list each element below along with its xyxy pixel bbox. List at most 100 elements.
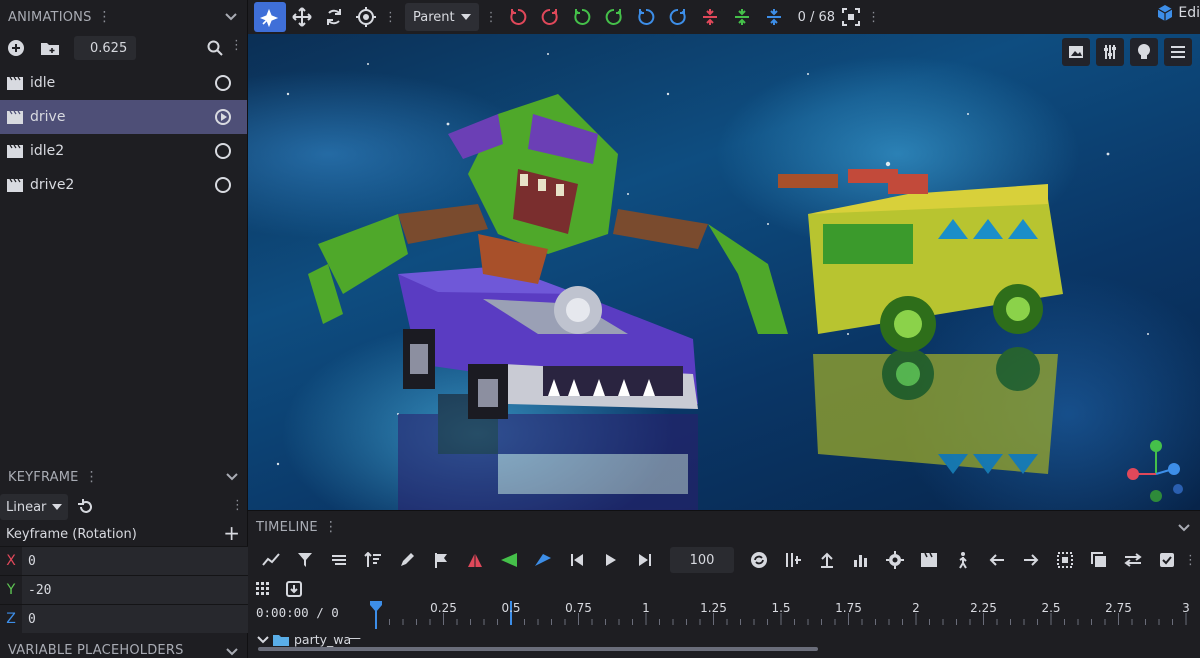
animation-item-idle[interactable]: idle bbox=[0, 66, 247, 100]
skip-forward-icon[interactable] bbox=[628, 546, 662, 574]
add-animation-icon[interactable] bbox=[6, 38, 26, 58]
animation-radio[interactable] bbox=[215, 75, 231, 91]
panel-menu-icon[interactable]: ⋮ bbox=[85, 469, 99, 485]
reset-icon[interactable] bbox=[76, 497, 96, 517]
chevron-down-icon[interactable] bbox=[223, 8, 239, 24]
yellow-van-model bbox=[778, 169, 1063, 352]
triangle-y-icon[interactable] bbox=[492, 546, 526, 574]
horizontal-scrollbar[interactable] bbox=[258, 647, 818, 651]
pen-icon[interactable] bbox=[390, 546, 424, 574]
collapse-icon[interactable]: — bbox=[348, 631, 361, 646]
tick-label: 0.25 bbox=[430, 601, 457, 615]
flip-y-icon[interactable] bbox=[726, 2, 758, 32]
sort-icon[interactable] bbox=[356, 546, 390, 574]
toolbar-handle-icon: ⋮ bbox=[484, 9, 498, 25]
animation-radio[interactable] bbox=[215, 143, 231, 159]
axis-value-x[interactable]: 0 bbox=[22, 547, 248, 575]
axis-label-y: Y bbox=[6, 582, 16, 598]
rotate-x-ccw-icon[interactable] bbox=[502, 2, 534, 32]
image-icon[interactable] bbox=[1062, 38, 1090, 66]
animation-item-drive2[interactable]: drive2 bbox=[0, 168, 247, 202]
timeline-panel-header: TIMELINE ⋮ bbox=[248, 511, 1200, 543]
vertex-snap-icon[interactable] bbox=[350, 2, 382, 32]
settings-cog-icon[interactable] bbox=[878, 546, 912, 574]
bake-keyframes-icon[interactable] bbox=[776, 546, 810, 574]
axis-value-y[interactable]: -20 bbox=[22, 576, 248, 604]
flip-x-icon[interactable] bbox=[694, 2, 726, 32]
timeline-secondary-toolbar bbox=[248, 577, 1200, 601]
tick-label: 0.75 bbox=[565, 601, 592, 615]
rotate-z-ccw-icon[interactable] bbox=[630, 2, 662, 32]
copy-icon[interactable] bbox=[1082, 546, 1116, 574]
move-tool-icon[interactable] bbox=[286, 2, 318, 32]
add-folder-icon[interactable] bbox=[40, 38, 60, 58]
tick-label: 2.75 bbox=[1105, 601, 1132, 615]
loop-mode-icon[interactable] bbox=[742, 546, 776, 574]
axis-gizmo[interactable] bbox=[1127, 440, 1183, 502]
fps-input[interactable]: 100 bbox=[670, 547, 734, 573]
animation-speed-input[interactable]: 0.625 bbox=[74, 36, 136, 60]
timeline-panel-title: TIMELINE bbox=[256, 519, 318, 535]
play-icon[interactable] bbox=[594, 546, 628, 574]
arrow-right-icon[interactable] bbox=[1014, 546, 1048, 574]
up-arrow-icon[interactable] bbox=[810, 546, 844, 574]
pivot-tool-icon[interactable] bbox=[254, 2, 286, 32]
graph-editor-icon[interactable] bbox=[254, 546, 288, 574]
arrow-left-icon[interactable] bbox=[980, 546, 1014, 574]
skip-back-icon[interactable] bbox=[560, 546, 594, 574]
sliders-icon[interactable] bbox=[1096, 38, 1124, 66]
more-options-icon[interactable]: ⋮ bbox=[231, 498, 244, 513]
search-icon[interactable] bbox=[205, 38, 225, 58]
3d-viewport[interactable] bbox=[248, 34, 1200, 510]
hamburger-menu-icon[interactable] bbox=[1164, 38, 1192, 66]
more-options-icon[interactable]: ⋮ bbox=[1184, 553, 1197, 568]
panel-menu-icon[interactable]: ⋮ bbox=[324, 519, 338, 535]
animation-item-label: idle bbox=[30, 75, 56, 91]
panel-menu-icon[interactable]: ⋮ bbox=[98, 9, 112, 25]
interpolation-select[interactable]: Linear bbox=[0, 494, 69, 520]
add-data-point-icon[interactable]: + bbox=[223, 522, 240, 544]
rotate-z-cw-icon[interactable] bbox=[662, 2, 694, 32]
rotate-y-ccw-icon[interactable] bbox=[566, 2, 598, 32]
more-options-icon[interactable]: ⋮ bbox=[230, 38, 243, 53]
triangle-z-icon[interactable] bbox=[526, 546, 560, 574]
bar-chart-icon[interactable] bbox=[844, 546, 878, 574]
flip-z-icon[interactable] bbox=[758, 2, 790, 32]
clapperboard-icon bbox=[7, 144, 23, 158]
lines-icon[interactable] bbox=[322, 546, 356, 574]
filter-icon[interactable] bbox=[288, 546, 322, 574]
chevron-down-icon[interactable] bbox=[1176, 519, 1192, 535]
focus-icon[interactable] bbox=[835, 2, 867, 32]
edit-mode-tab[interactable]: Edi bbox=[1156, 4, 1200, 22]
flag-icon[interactable] bbox=[424, 546, 458, 574]
play-animation-icon[interactable] bbox=[215, 109, 231, 125]
clapperboard-icon[interactable] bbox=[912, 546, 946, 574]
chevron-down-icon[interactable] bbox=[256, 635, 270, 645]
checkbox-icon[interactable] bbox=[1150, 546, 1184, 574]
yellow-van-reflection bbox=[813, 347, 1058, 474]
tick-label: 2 bbox=[912, 601, 920, 615]
transform-space-select[interactable]: Parent bbox=[405, 3, 479, 31]
lightbulb-icon[interactable] bbox=[1130, 38, 1158, 66]
axis-value-z[interactable]: 0 bbox=[22, 605, 248, 633]
rotate-y-cw-icon[interactable] bbox=[598, 2, 630, 32]
tick-label: 0.5 bbox=[501, 601, 521, 615]
purple-car-reflection bbox=[398, 394, 698, 510]
playhead[interactable] bbox=[370, 601, 382, 629]
swap-icon[interactable] bbox=[1116, 546, 1150, 574]
chevron-down-icon[interactable] bbox=[224, 643, 240, 658]
walk-icon[interactable] bbox=[946, 546, 980, 574]
rotate-x-cw-icon[interactable] bbox=[534, 2, 566, 32]
timeline-track-row[interactable]: party_wa — bbox=[248, 629, 1200, 651]
animation-item-drive[interactable]: drive bbox=[0, 100, 247, 134]
timeline-ruler[interactable]: 0:00:00 / 0 0.25 0.5 0.75 1 1.25 1.5 1.75 2 2.25… bbox=[248, 599, 1200, 629]
edit-mode-label: Edi bbox=[1178, 5, 1200, 21]
animation-item-idle2[interactable]: idle2 bbox=[0, 134, 247, 168]
rotate-tool-icon[interactable] bbox=[318, 2, 350, 32]
chevron-down-icon[interactable] bbox=[224, 468, 240, 484]
keyframe-channel-title-row: Keyframe (Rotation) + bbox=[0, 522, 248, 546]
select-frame-icon[interactable] bbox=[1048, 546, 1082, 574]
timeline-toolbar: 100 ⋮ bbox=[248, 543, 1200, 577]
triangle-x-icon[interactable] bbox=[458, 546, 492, 574]
animation-radio[interactable] bbox=[215, 177, 231, 193]
